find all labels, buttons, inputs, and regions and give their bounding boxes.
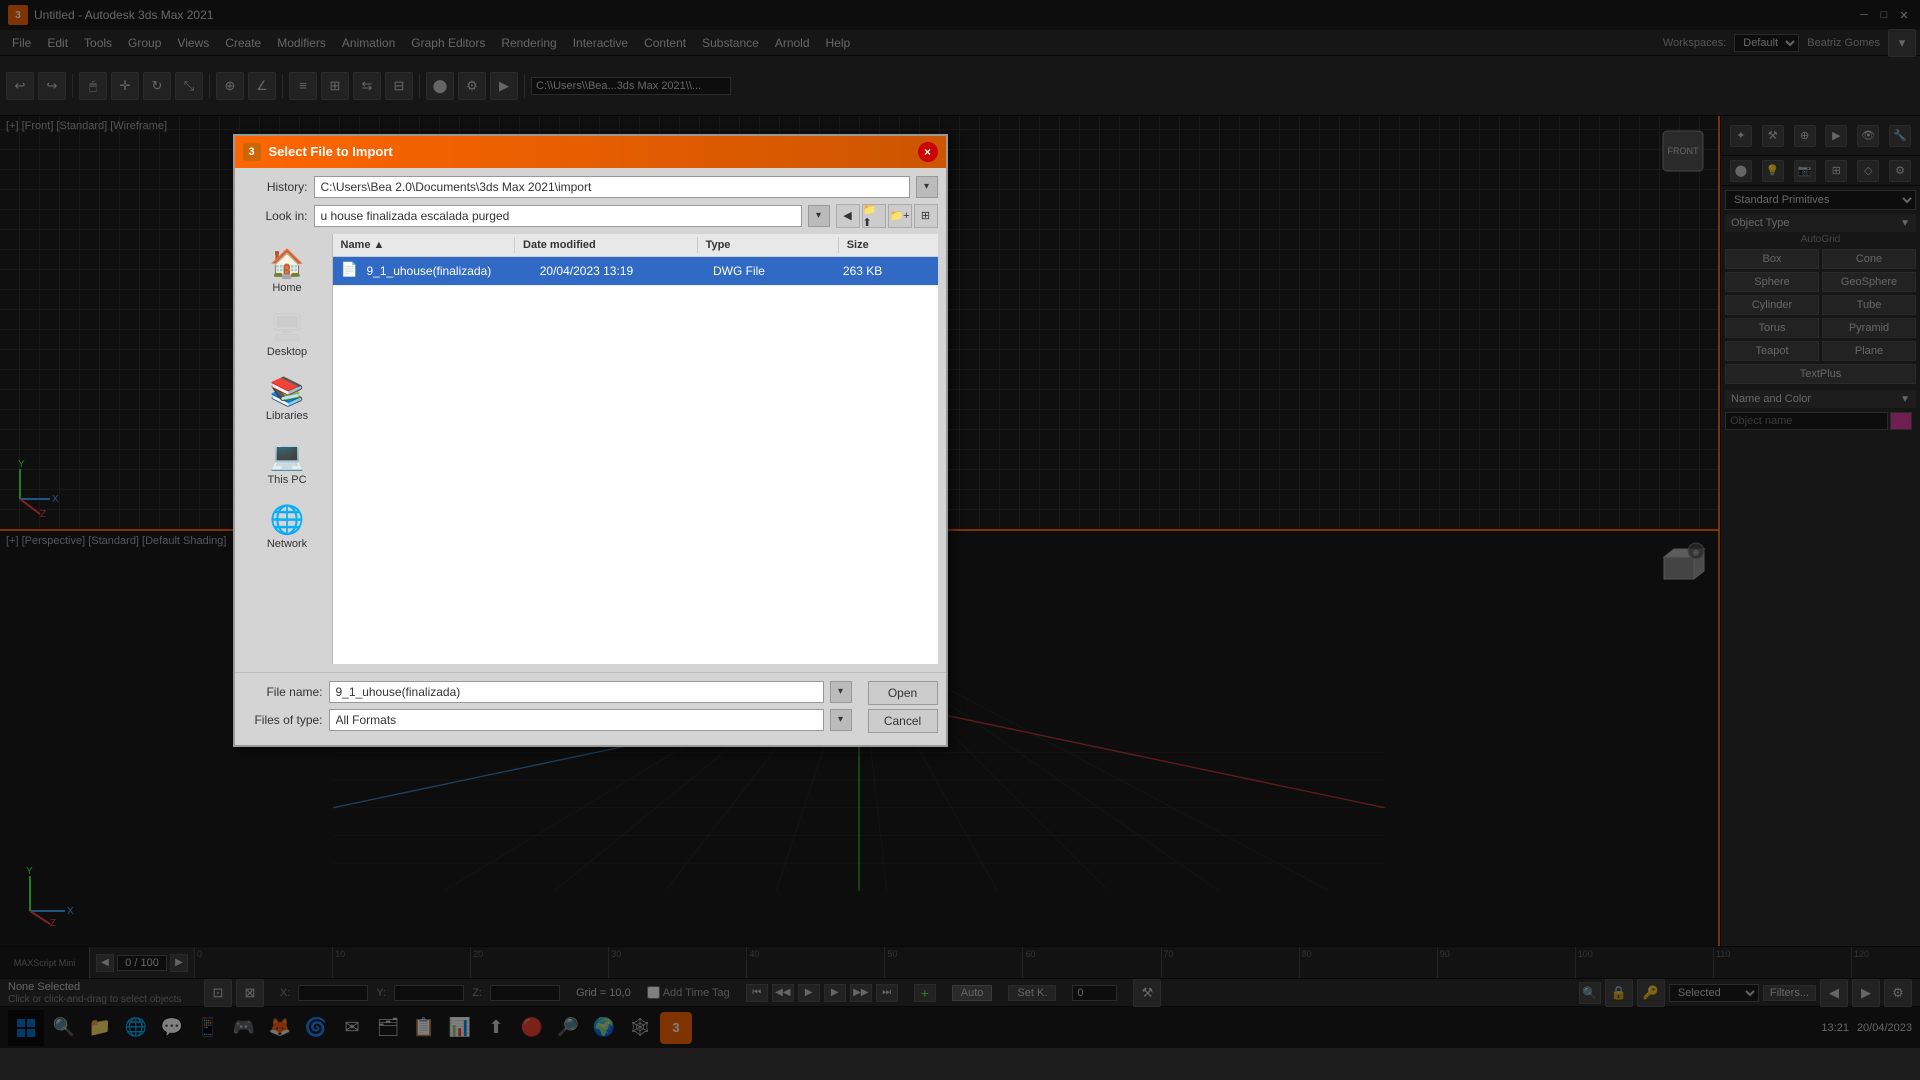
dialog-overlay: 3 Select File to Import × History: ▾ Loo… [0, 0, 1920, 1080]
nav-back[interactable]: ◀ [836, 204, 860, 228]
dialog-body: History: ▾ Look in: ▾ ◀ 📁⬆ 📁+ ⊞ [235, 168, 946, 672]
filename-label: File name: [243, 685, 323, 699]
filename-row: File name: ▾ [243, 681, 852, 703]
dialog-close-button[interactable]: × [918, 142, 938, 162]
lookin-input[interactable] [314, 205, 802, 227]
dialog-titlebar: 3 Select File to Import × [235, 136, 946, 168]
file-type-1: DWG File [713, 264, 843, 278]
file-row-1[interactable]: 📄 9_1_uhouse(finalizada) 20/04/2023 13:1… [333, 257, 938, 286]
shortcut-network[interactable]: 🌐 Network [252, 498, 322, 554]
dialog-nav-buttons: ◀ 📁⬆ 📁+ ⊞ [836, 204, 938, 228]
file-empty-area [333, 286, 938, 586]
file-name-1: 9_1_uhouse(finalizada) [367, 264, 540, 278]
history-label: History: [243, 180, 308, 194]
nav-folder-up[interactable]: 📁⬆ [862, 204, 886, 228]
dialog-action-buttons: Open Cancel [868, 681, 938, 733]
libraries-icon: 📚 [269, 374, 305, 410]
col-type[interactable]: Type [698, 237, 839, 253]
history-row: History: ▾ [243, 176, 938, 198]
dialog-title: Select File to Import [269, 144, 393, 159]
desktop-label: Desktop [267, 346, 307, 358]
shortcut-libraries[interactable]: 📚 Libraries [252, 370, 322, 426]
file-size-1: 263 KB [843, 264, 930, 278]
open-button[interactable]: Open [868, 681, 938, 705]
filename-dropdown-btn[interactable]: ▾ [830, 681, 852, 703]
desktop-icon: 🖥 [269, 310, 305, 346]
col-date[interactable]: Date modified [515, 237, 698, 253]
network-icon: 🌐 [269, 502, 305, 538]
lookin-dropdown-btn[interactable]: ▾ [808, 205, 830, 227]
history-input[interactable] [314, 176, 910, 198]
shortcut-home[interactable]: 🏠 Home [252, 242, 322, 298]
shortcut-thispc[interactable]: 💻 This PC [252, 434, 322, 490]
dialog-file-header: Name ▲ Date modified Type Size [333, 234, 938, 257]
libraries-label: Libraries [266, 410, 308, 422]
dialog-bottom-inputs: File name: ▾ Files of type: ▾ Open Cance… [243, 681, 938, 737]
col-size[interactable]: Size [839, 237, 938, 253]
network-label: Network [267, 538, 307, 550]
file-icon-dwg: 📄 [341, 261, 361, 281]
nav-view-toggle[interactable]: ⊞ [914, 204, 938, 228]
nav-new-folder[interactable]: 📁+ [888, 204, 912, 228]
file-date-1: 20/04/2023 13:19 [540, 264, 713, 278]
lookin-row: Look in: ▾ ◀ 📁⬆ 📁+ ⊞ [243, 204, 938, 228]
dialog-bottom: File name: ▾ Files of type: ▾ Open Cance… [235, 672, 946, 745]
col-name[interactable]: Name ▲ [333, 237, 516, 253]
file-dialog: 3 Select File to Import × History: ▾ Loo… [233, 134, 948, 747]
thispc-icon: 💻 [269, 438, 305, 474]
dialog-main: 🏠 Home 🖥 Desktop 📚 Libraries 💻 This PC [243, 234, 938, 664]
dialog-logo: 3 [243, 143, 261, 161]
filetype-label: Files of type: [243, 713, 323, 727]
home-label: Home [272, 282, 301, 294]
lookin-label: Look in: [243, 209, 308, 223]
filename-input[interactable] [329, 681, 824, 703]
filetype-row: Files of type: ▾ [243, 709, 852, 731]
filetype-dropdown-btn[interactable]: ▾ [830, 709, 852, 731]
home-icon: 🏠 [269, 246, 305, 282]
shortcut-desktop[interactable]: 🖥 Desktop [252, 306, 322, 362]
dialog-bottom-fields: File name: ▾ Files of type: ▾ [243, 681, 852, 737]
history-dropdown-btn[interactable]: ▾ [916, 176, 938, 198]
filetype-input[interactable] [329, 709, 824, 731]
thispc-label: This PC [267, 474, 306, 486]
dialog-file-area: Name ▲ Date modified Type Size 📄 9_1_uho… [333, 234, 938, 664]
cancel-button[interactable]: Cancel [868, 709, 938, 733]
dialog-sidebar: 🏠 Home 🖥 Desktop 📚 Libraries 💻 This PC [243, 234, 333, 664]
